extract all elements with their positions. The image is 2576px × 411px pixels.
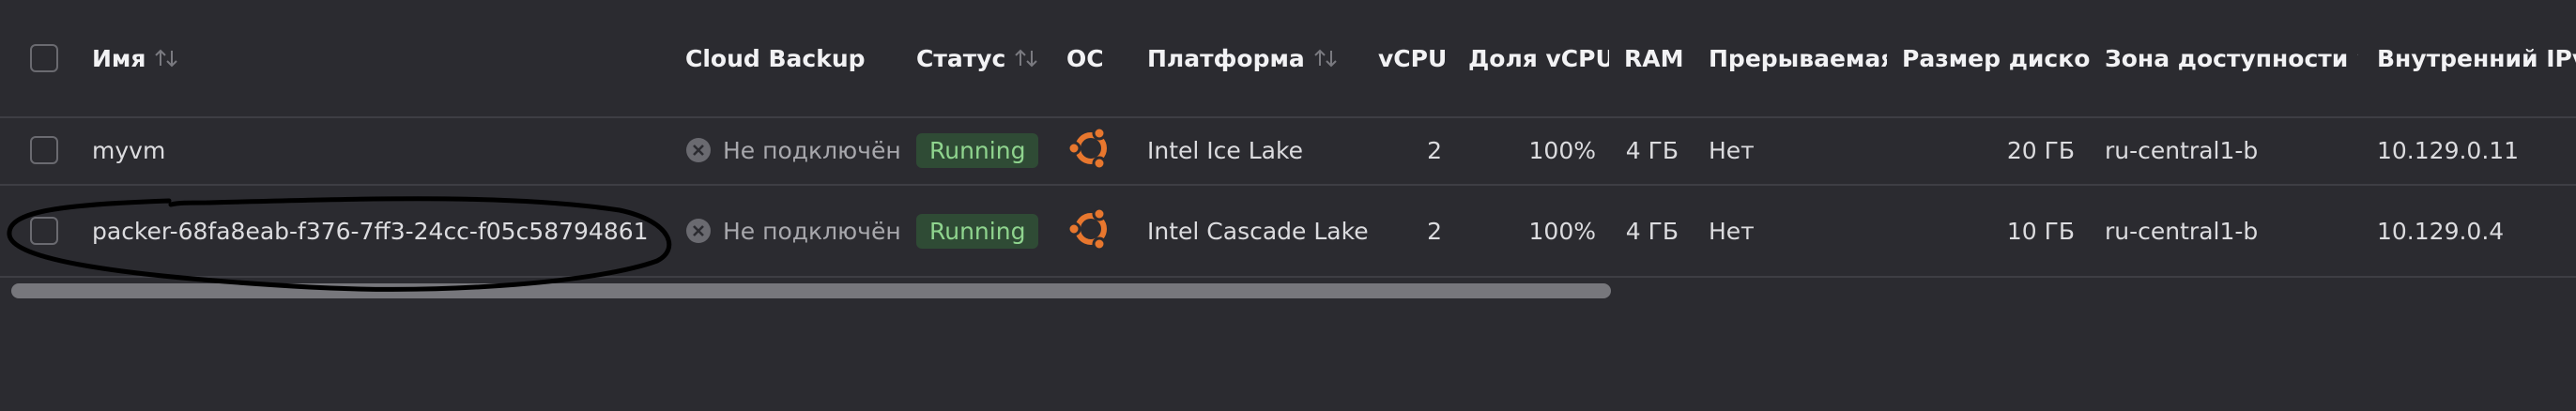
header-name[interactable]: Имя: [92, 0, 655, 116]
status-badge: Running: [916, 132, 1039, 168]
status-cell: Running: [916, 186, 1057, 276]
header-status[interactable]: Статус: [916, 0, 1057, 116]
header-cloud-backup-label: Cloud Backup: [685, 44, 866, 72]
table-header: Имя Cloud Backup Статус ОС Платформа vCP…: [0, 0, 2576, 118]
status-badge: Running: [916, 213, 1039, 249]
header-ipv4-label: Внутренний IPv4: [2377, 44, 2576, 72]
vm-name[interactable]: myvm: [92, 116, 655, 184]
header-os-label: ОС: [1066, 44, 1104, 72]
ram-cell: 4 ГБ: [1625, 136, 1679, 164]
cloud-backup-cell: Не подключён: [685, 116, 911, 184]
header-os: ОС: [1066, 0, 1132, 116]
header-ram-label: RAM: [1624, 44, 1684, 72]
os-cell: [1066, 116, 1123, 184]
header-vcpu-label: vCPU: [1378, 44, 1448, 72]
select-all-cell: [30, 0, 68, 116]
close-circle-icon: [685, 218, 712, 244]
header-zone-label: Зона доступности: [2105, 44, 2349, 72]
header-disk-size-label: Размер дисков: [1902, 44, 2090, 72]
zone-cell: ru-central1-b: [2105, 136, 2259, 164]
sort-icon[interactable]: [2355, 47, 2358, 69]
header-zone[interactable]: Зона доступности: [2105, 0, 2358, 116]
row-checkbox[interactable]: [30, 217, 58, 245]
close-circle-icon: [685, 137, 712, 163]
os-cell: [1066, 186, 1123, 276]
vcpu-cell: 2: [1427, 217, 1442, 245]
sort-icon[interactable]: [1013, 47, 1041, 69]
preemptible-cell: Нет: [1709, 136, 1755, 164]
cloud-backup-status: Не подключён: [723, 217, 901, 245]
sort-icon[interactable]: [1312, 47, 1341, 69]
sort-icon[interactable]: [153, 47, 181, 69]
vm-name[interactable]: packer-68fa8eab-f376-7ff3-24cc-f05c58794…: [92, 186, 674, 276]
header-preemptible: Прерываемая: [1709, 0, 1887, 116]
header-platform[interactable]: Платформа: [1147, 0, 1372, 116]
platform-cell: Intel Ice Lake: [1147, 136, 1303, 164]
cloud-backup-cell: Не подключён: [685, 186, 911, 276]
vcpu-share-cell: 100%: [1528, 217, 1596, 245]
row-checkbox[interactable]: [30, 136, 58, 164]
header-vcpu: vCPU: [1378, 0, 1451, 116]
cloud-backup-status: Не подключён: [723, 136, 901, 164]
disk-size-cell: 10 ГБ: [2006, 217, 2075, 245]
row-select-cell: [30, 186, 68, 276]
header-preemptible-label: Прерываемая: [1709, 44, 1887, 72]
scrollbar-thumb[interactable]: [11, 283, 1611, 298]
preemptible-cell: Нет: [1709, 217, 1755, 245]
zone-cell: ru-central1-b: [2105, 217, 2259, 245]
header-vcpu-share-label: Доля vCPU: [1468, 44, 1609, 72]
table-row[interactable]: packer-68fa8eab-f376-7ff3-24cc-f05c58794…: [0, 186, 2576, 278]
header-status-label: Статус: [916, 44, 1006, 72]
status-cell: Running: [916, 116, 1057, 184]
disk-size-cell: 20 ГБ: [2006, 136, 2075, 164]
row-select-cell: [30, 116, 68, 184]
horizontal-scrollbar[interactable]: [11, 283, 2565, 298]
header-platform-label: Платформа: [1147, 44, 1305, 72]
ram-cell: 4 ГБ: [1625, 217, 1679, 245]
header-ipv4: Внутренний IPv4: [2377, 0, 2576, 116]
vcpu-cell: 2: [1427, 136, 1442, 164]
platform-cell: Intel Cascade Lake: [1147, 217, 1369, 245]
header-cloud-backup: Cloud Backup: [685, 0, 901, 116]
table-row[interactable]: myvm Не подключён Running Intel Ice Lake…: [0, 116, 2576, 186]
ubuntu-icon: [1066, 124, 1115, 176]
header-vcpu-share: Доля vCPU: [1468, 0, 1609, 116]
ubuntu-icon: [1066, 205, 1115, 257]
header-ram: RAM: [1624, 0, 1690, 116]
select-all-checkbox[interactable]: [30, 44, 58, 72]
ipv4-cell: 10.129.0.4: [2377, 217, 2505, 245]
ipv4-cell: 10.129.0.11: [2377, 136, 2520, 164]
header-disk-size: Размер дисков: [1902, 0, 2090, 116]
header-name-label: Имя: [92, 44, 146, 72]
vcpu-share-cell: 100%: [1528, 136, 1596, 164]
